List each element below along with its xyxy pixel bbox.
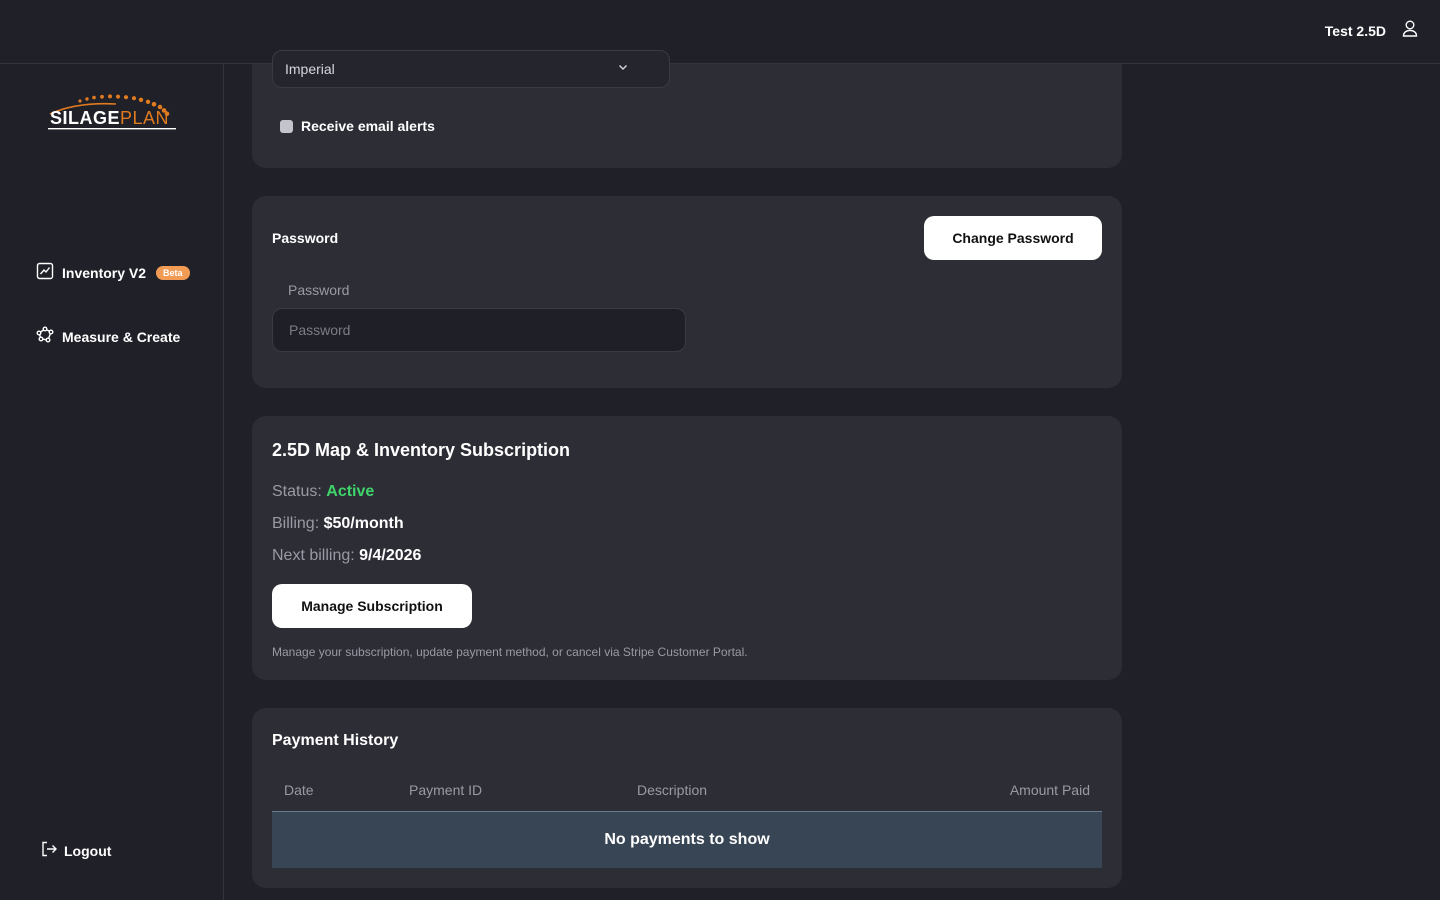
subscription-card: 2.5D Map & Inventory Subscription Status… (252, 416, 1122, 680)
sidebar: SILAGEPLAN Inventory V2 Beta Measure & C… (0, 64, 224, 900)
units-select-value: Imperial (285, 61, 335, 77)
status-label: Status: (272, 483, 322, 500)
chart-icon (36, 262, 54, 283)
billing-label: Billing: (272, 515, 320, 532)
payment-history-card: Payment History Date Payment ID Descript… (252, 708, 1122, 888)
sidebar-item-label: Measure & Create (62, 328, 181, 345)
column-header-amount-paid: Amount Paid (1009, 782, 1090, 798)
email-alerts-row[interactable]: Receive email alerts (280, 118, 435, 134)
next-billing-line: Next billing: 9/4/2026 (272, 547, 421, 565)
sidebar-item-inventory-v2[interactable]: Inventory V2 Beta (36, 262, 190, 283)
logo-text-silage: SILAGE (50, 108, 121, 128)
email-alerts-label: Receive email alerts (301, 118, 435, 134)
units-select[interactable]: Imperial (272, 50, 670, 88)
logout-button[interactable]: Logout (40, 840, 111, 861)
beta-badge: Beta (156, 265, 190, 280)
billing-line: Billing: $50/month (272, 515, 404, 533)
password-card: Password Change Password Password Passwo… (252, 196, 1122, 388)
next-billing-value: 9/4/2026 (359, 547, 422, 564)
silageplan-logo[interactable]: SILAGEPLAN (46, 94, 180, 134)
password-input[interactable]: Password (272, 308, 686, 352)
empty-table-row: No payments to show (272, 812, 1102, 868)
email-alerts-checkbox[interactable] (280, 119, 293, 133)
payment-history-title: Payment History (272, 732, 399, 749)
chevron-down-icon (617, 60, 629, 76)
password-field-label: Password (288, 282, 350, 298)
change-password-button[interactable]: Change Password (924, 216, 1102, 260)
manage-subscription-button[interactable]: Manage Subscription (272, 584, 472, 628)
top-bar: Test 2.5D (0, 0, 1440, 64)
sidebar-item-label: Inventory V2 (62, 264, 147, 281)
subscription-title: 2.5D Map & Inventory Subscription (272, 440, 571, 460)
user-menu[interactable]: Test 2.5D (1325, 18, 1420, 43)
logo-text-plan: PLAN (120, 108, 170, 128)
logout-label: Logout (64, 842, 112, 859)
column-header-description: Description (637, 782, 708, 798)
polygon-icon (36, 326, 54, 347)
logout-icon (40, 840, 58, 861)
preferences-card: Imperial Receive email alerts (252, 50, 1122, 168)
payment-table-header: Date Payment ID Description Amount Paid (272, 780, 1102, 812)
status-badge: Active (326, 483, 375, 500)
status-line: Status: Active (272, 483, 374, 501)
user-icon[interactable] (1400, 18, 1420, 43)
column-header-payment-id: Payment ID (409, 782, 483, 798)
subscription-hint: Manage your subscription, update payment… (272, 645, 748, 659)
user-name: Test 2.5D (1324, 22, 1386, 39)
billing-value: $50/month (323, 515, 404, 532)
password-title: Password (272, 230, 339, 246)
column-header-date: Date (284, 782, 314, 798)
sidebar-item-measure-create[interactable]: Measure & Create (36, 326, 180, 347)
next-billing-label: Next billing: (272, 547, 355, 564)
